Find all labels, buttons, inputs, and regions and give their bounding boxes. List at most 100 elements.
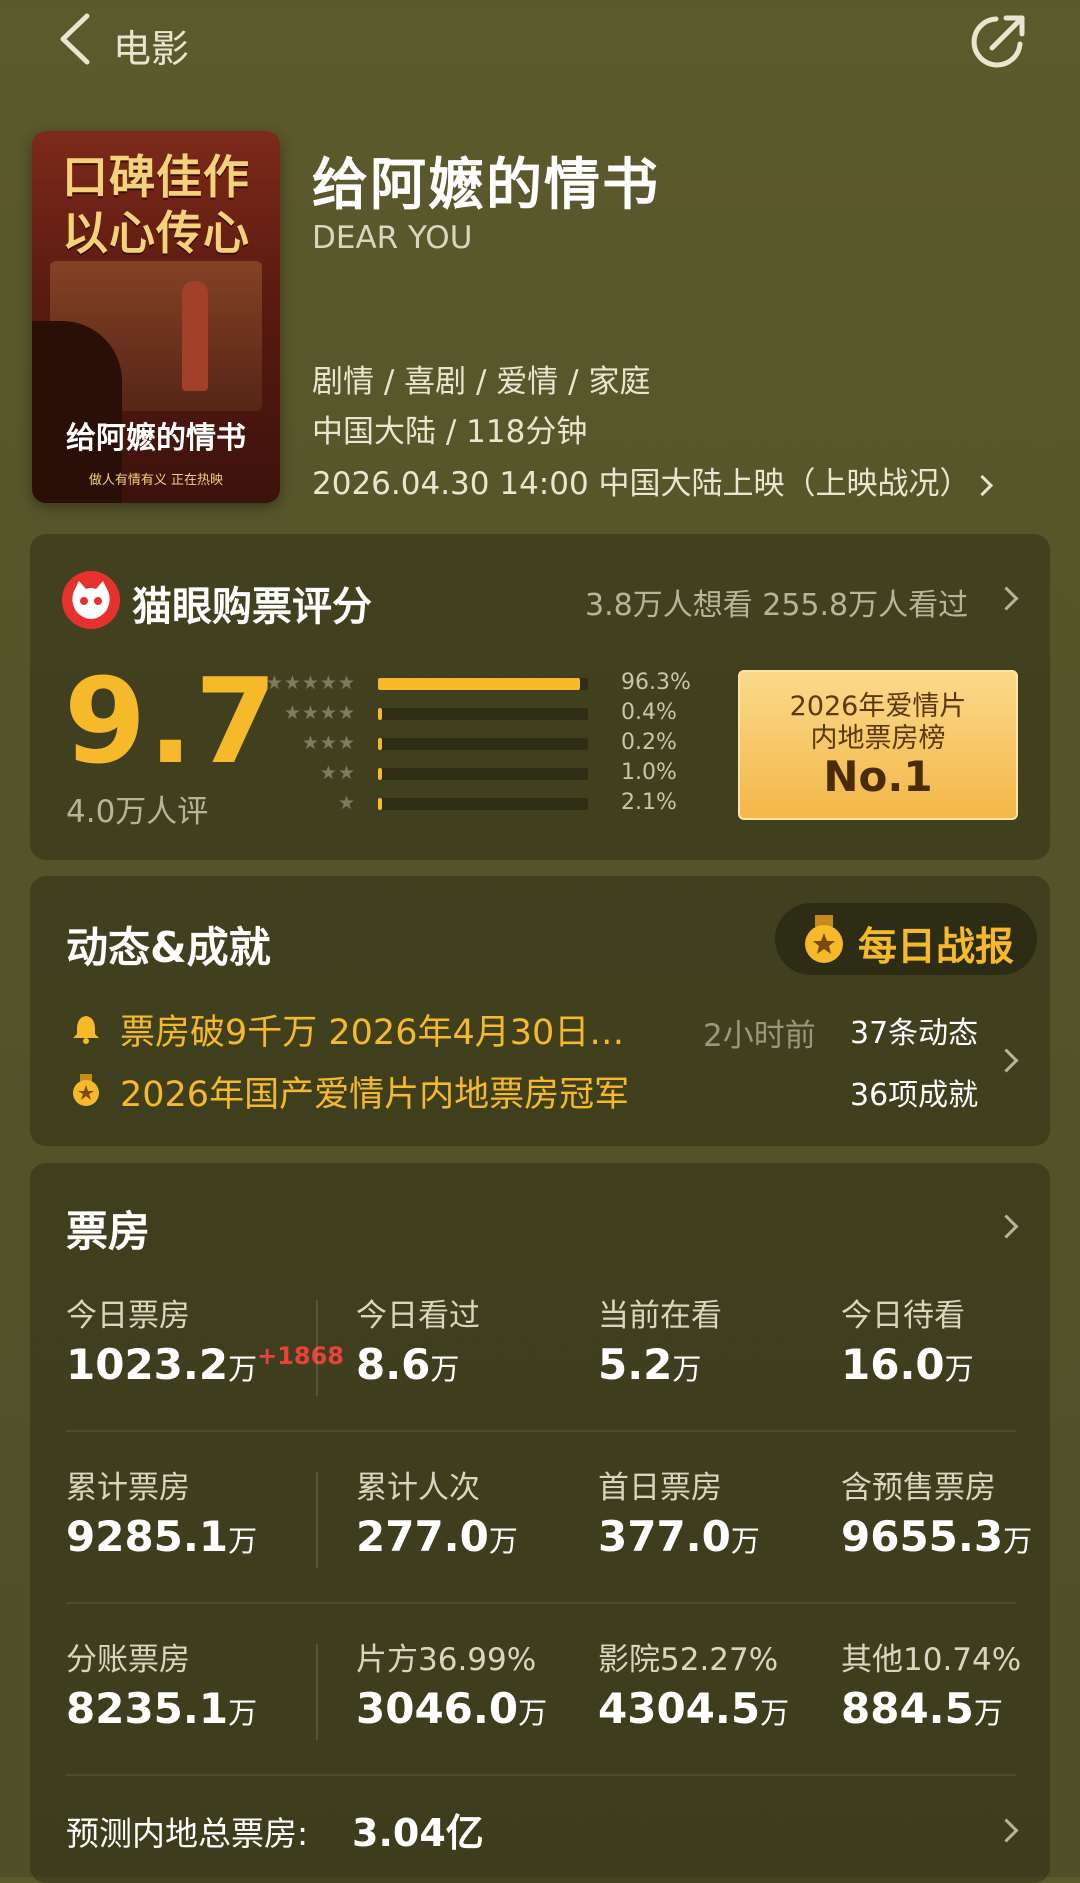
stat-label: 首日票房 [598, 1470, 722, 1506]
achievements-count[interactable]: 36项成就 [850, 1070, 978, 1114]
page-title: 电影 [113, 27, 190, 71]
column-divider [316, 1472, 318, 1568]
stat-value: 3046.0万 [356, 1684, 547, 1733]
stat-delta: +1868 [257, 1342, 344, 1370]
rating-bar-track [378, 798, 588, 810]
star-icons: ★★★★ [283, 702, 356, 724]
stat-unit: 万 [973, 1696, 1003, 1730]
stat-value: 377.0万 [598, 1512, 760, 1561]
stat-value: 884.5万 [841, 1684, 1003, 1733]
chevron-right-icon [971, 474, 993, 497]
stat-value: 5.2万 [598, 1340, 701, 1389]
rating-bar-fill [378, 798, 383, 810]
dynamic-item-text[interactable]: 票房破9千万 2026年4月30日… [120, 1004, 624, 1055]
movie-genres: 剧情 / 喜剧 / 爱情 / 家庭 [312, 364, 651, 400]
rank-list: 内地票房榜 [810, 723, 946, 754]
stat-value: 1023.2万+1868 [66, 1340, 344, 1389]
stat-number: 16.0 [841, 1340, 945, 1389]
rating-row: ★★★★★ 96.3% [262, 670, 691, 695]
rating-header: 猫眼购票评分 [132, 584, 372, 630]
stat-unit: 万 [228, 1352, 258, 1386]
rating-bar-fill [378, 738, 382, 750]
stat-value: 277.0万 [356, 1512, 518, 1561]
predict-value: 3.04亿 [352, 1811, 484, 1855]
stat-unit: 万 [1003, 1524, 1033, 1558]
poster-tagline: 做人有情有义 正在热映 [88, 473, 224, 488]
rating-percent: 2.1% [621, 790, 677, 815]
stat-number: 3046.0 [356, 1684, 519, 1733]
rating-bar-fill [378, 678, 581, 690]
stat-number: 277.0 [356, 1512, 489, 1561]
stat-label: 今日看过 [356, 1298, 480, 1334]
stat-unit: 万 [228, 1696, 258, 1730]
want-seen-stats[interactable]: 3.8万人想看 255.8万人看过 [585, 580, 968, 624]
poster-slogan-2: 以心传心 [62, 206, 250, 260]
rating-row: ★ 2.1% [262, 790, 682, 815]
bell-icon [73, 1016, 99, 1044]
medal-icon [73, 1074, 99, 1106]
rank-badge[interactable]: 2026年爱情片 内地票房榜 No.1 [738, 670, 1018, 820]
back-icon[interactable] [55, 10, 95, 68]
stat-number: 8.6 [356, 1340, 431, 1389]
medal-icon [805, 915, 843, 963]
stat-label: 片方36.99% [356, 1642, 537, 1678]
star-icons: ★★★★★ [265, 672, 356, 694]
stat-label: 今日票房 [66, 1298, 190, 1334]
star-icons: ★ [337, 792, 356, 814]
rating-percent: 1.0% [621, 760, 677, 785]
star-icons: ★★ [319, 762, 356, 784]
maoyan-cat-icon [62, 571, 120, 629]
stat-unit: 万 [672, 1352, 702, 1386]
stat-value: 9285.1万 [66, 1512, 257, 1561]
stat-number: 9655.3 [841, 1512, 1004, 1561]
stat-number: 9285.1 [66, 1512, 229, 1561]
poster-figure [182, 281, 208, 391]
movie-region-duration: 中国大陆 / 118分钟 [312, 414, 588, 450]
column-divider [316, 1300, 318, 1396]
boxoffice-title: 票房 [66, 1207, 151, 1256]
column-divider [316, 1644, 318, 1740]
stat-label: 当前在看 [598, 1298, 722, 1334]
stat-number: 1023.2 [66, 1340, 229, 1389]
rating-percent: 0.2% [621, 730, 677, 755]
stat-value: 8.6万 [356, 1340, 459, 1389]
row-divider [66, 1430, 1016, 1432]
stat-unit: 万 [730, 1524, 760, 1558]
row-divider [66, 1602, 1016, 1604]
stat-label: 累计人次 [356, 1470, 480, 1506]
rating-row: ★★★★ 0.4% [262, 700, 682, 725]
daily-report-label[interactable]: 每日战报 [858, 916, 1014, 972]
stat-value: 16.0万 [841, 1340, 974, 1389]
stat-unit: 万 [760, 1696, 790, 1730]
rating-row: ★★★ 0.2% [262, 730, 682, 755]
rating-bar-fill [378, 768, 382, 780]
movie-english-title: DEAR YOU [312, 220, 473, 256]
dynamics-count[interactable]: 37条动态 [850, 1008, 978, 1052]
rating-row: ★★ 1.0% [262, 760, 682, 785]
rating-bar-track [378, 738, 588, 750]
stat-label: 其他10.74% [841, 1642, 1022, 1678]
predict-label: 预测内地总票房: [66, 1814, 309, 1853]
dynamics-title: 动态&成就 [66, 923, 271, 972]
share-icon[interactable] [968, 10, 1030, 72]
stat-unit: 万 [518, 1696, 548, 1730]
movie-poster[interactable]: 口碑佳作 以心传心 给阿嬷的情书 做人有情有义 正在热映 [32, 131, 280, 503]
stat-number: 8235.1 [66, 1684, 229, 1733]
stat-unit: 万 [430, 1352, 460, 1386]
stat-value: 9655.3万 [841, 1512, 1032, 1561]
star-icons: ★★★ [301, 732, 356, 754]
movie-release[interactable]: 2026.04.30 14:00 中国大陆上映（上映战况） [312, 458, 993, 503]
rank-number: No.1 [823, 752, 933, 801]
release-text: 2026.04.30 14:00 中国大陆上映（上映战况） [312, 466, 971, 502]
stat-value: 4304.5万 [598, 1684, 789, 1733]
stat-label: 分账票房 [66, 1642, 190, 1678]
stat-unit: 万 [228, 1524, 258, 1558]
stat-label: 累计票房 [66, 1470, 190, 1506]
stat-number: 4304.5 [598, 1684, 761, 1733]
stat-number: 5.2 [598, 1340, 673, 1389]
row-divider [66, 1774, 1016, 1776]
stat-number: 884.5 [841, 1684, 974, 1733]
dynamic-item-time: 2小时前 [703, 1018, 816, 1054]
achievement-item-text[interactable]: 2026年国产爱情片内地票房冠军 [120, 1066, 629, 1117]
stat-number: 377.0 [598, 1512, 731, 1561]
